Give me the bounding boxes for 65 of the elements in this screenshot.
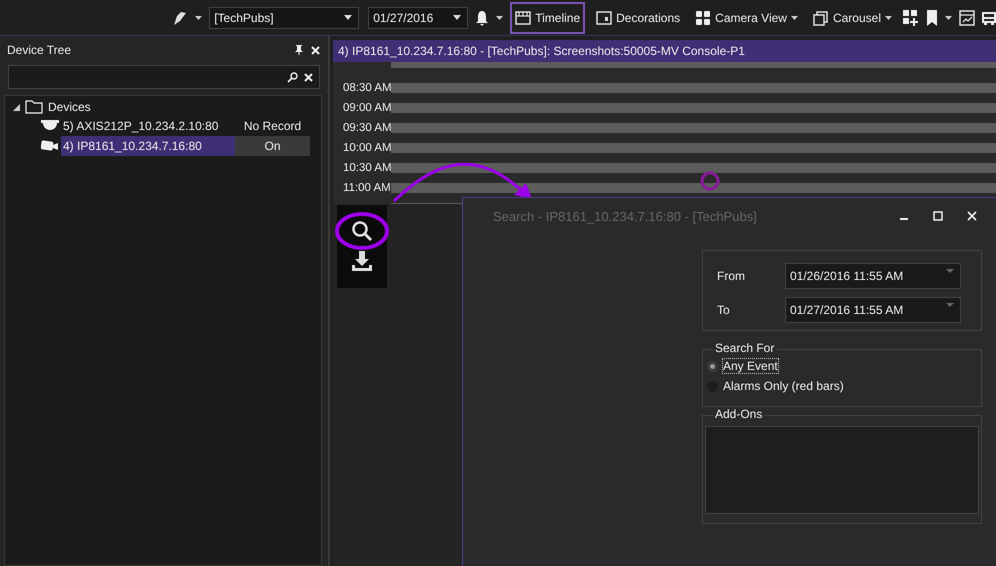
dropdown-value: 01/26/2016 11:55 AM [790, 269, 904, 283]
download-icon[interactable] [350, 249, 374, 273]
toolbar-button[interactable]: Decorations [592, 2, 684, 34]
caret-icon [453, 15, 462, 20]
frame-icon [596, 10, 612, 24]
search-icon[interactable] [350, 219, 374, 243]
field-label: To [717, 303, 731, 317]
radio-label[interactable]: Alarms Only (red bars) [723, 379, 844, 393]
panel-title: Device Tree [7, 43, 72, 57]
caret-icon [946, 269, 954, 273]
radio-label[interactable]: Any Event [723, 359, 778, 373]
profile-dropdown[interactable]: [TechPubs] [209, 6, 360, 28]
bookmark-icon[interactable] [926, 10, 938, 26]
close-icon[interactable] [967, 211, 977, 221]
toolbar-button[interactable]: Timeline [510, 2, 586, 34]
folder-icon [25, 100, 43, 114]
time-label: 08:30 AM [342, 82, 391, 94]
highlight-ring [699, 170, 721, 192]
tree-item[interactable]: 4) IP8161_10.234.7.16:80 [61, 136, 235, 156]
grid-icon [695, 10, 712, 24]
highlight-ellipse [334, 211, 390, 251]
toolbar-button[interactable]: Carousel [808, 2, 896, 34]
caret-icon [195, 16, 202, 20]
tree-item[interactable]: 5) AXIS212P_10.234.2.10:80 [61, 116, 235, 136]
bell-icon[interactable] [475, 10, 490, 26]
camera-icon [41, 140, 59, 152]
date-time-dropdown[interactable]: 01/26/2016 11:55 AM [785, 263, 961, 289]
vehicle-icon[interactable] [982, 10, 996, 26]
add-grid-icon[interactable] [903, 10, 919, 26]
pin-icon[interactable] [295, 45, 303, 55]
maximize-icon[interactable] [933, 211, 943, 221]
date-dropdown[interactable]: 01/27/2016 [368, 6, 468, 28]
time-label: 11:00 AM [342, 182, 391, 194]
radio-button[interactable] [707, 360, 718, 372]
dome-camera-icon [41, 120, 59, 132]
toolbar-button[interactable]: Camera View [691, 2, 802, 34]
dialog-title: Search - IP8161_10.234.7.16:80 - [TechPubs] [493, 208, 758, 224]
dropdown-value: 01/27/2016 [373, 10, 434, 24]
time-label: 09:30 AM [342, 122, 391, 134]
dropdown-value: 01/27/2016 11:55 AM [790, 303, 904, 317]
date-time-dropdown[interactable]: 01/27/2016 11:55 AM [785, 297, 961, 323]
stacked-windows-icon [812, 10, 829, 26]
time-label: 10:30 AM [342, 162, 391, 174]
timeline-icon [515, 10, 532, 24]
close-icon[interactable] [311, 46, 320, 54]
search-field[interactable] [8, 65, 320, 89]
search-icon[interactable] [287, 72, 298, 82]
status-text: On [235, 136, 310, 156]
group-title: Add-Ons [713, 407, 764, 421]
caret-icon [946, 303, 954, 307]
caret-icon [945, 16, 952, 20]
group-title: Search For [713, 341, 776, 355]
time-label: 09:00 AM [342, 102, 391, 114]
caret-icon [496, 16, 504, 20]
field-label: From [717, 269, 746, 283]
brush-icon[interactable] [172, 10, 188, 26]
chart-window-icon[interactable] [959, 10, 975, 26]
status-text: No Record [242, 118, 302, 135]
collapse-triangle-icon[interactable] [13, 104, 20, 110]
viewer-title: 4) IP8161_10.234.7.16:80 - [TechPubs]: Screenshots:50005-MV Console-P1 [333, 40, 996, 62]
time-label: 10:00 AM [342, 142, 391, 154]
dropdown-value: [TechPubs] [214, 10, 274, 24]
caret-icon [344, 15, 352, 20]
tree-item[interactable]: Devices [48, 100, 91, 114]
close-icon[interactable] [304, 72, 313, 82]
